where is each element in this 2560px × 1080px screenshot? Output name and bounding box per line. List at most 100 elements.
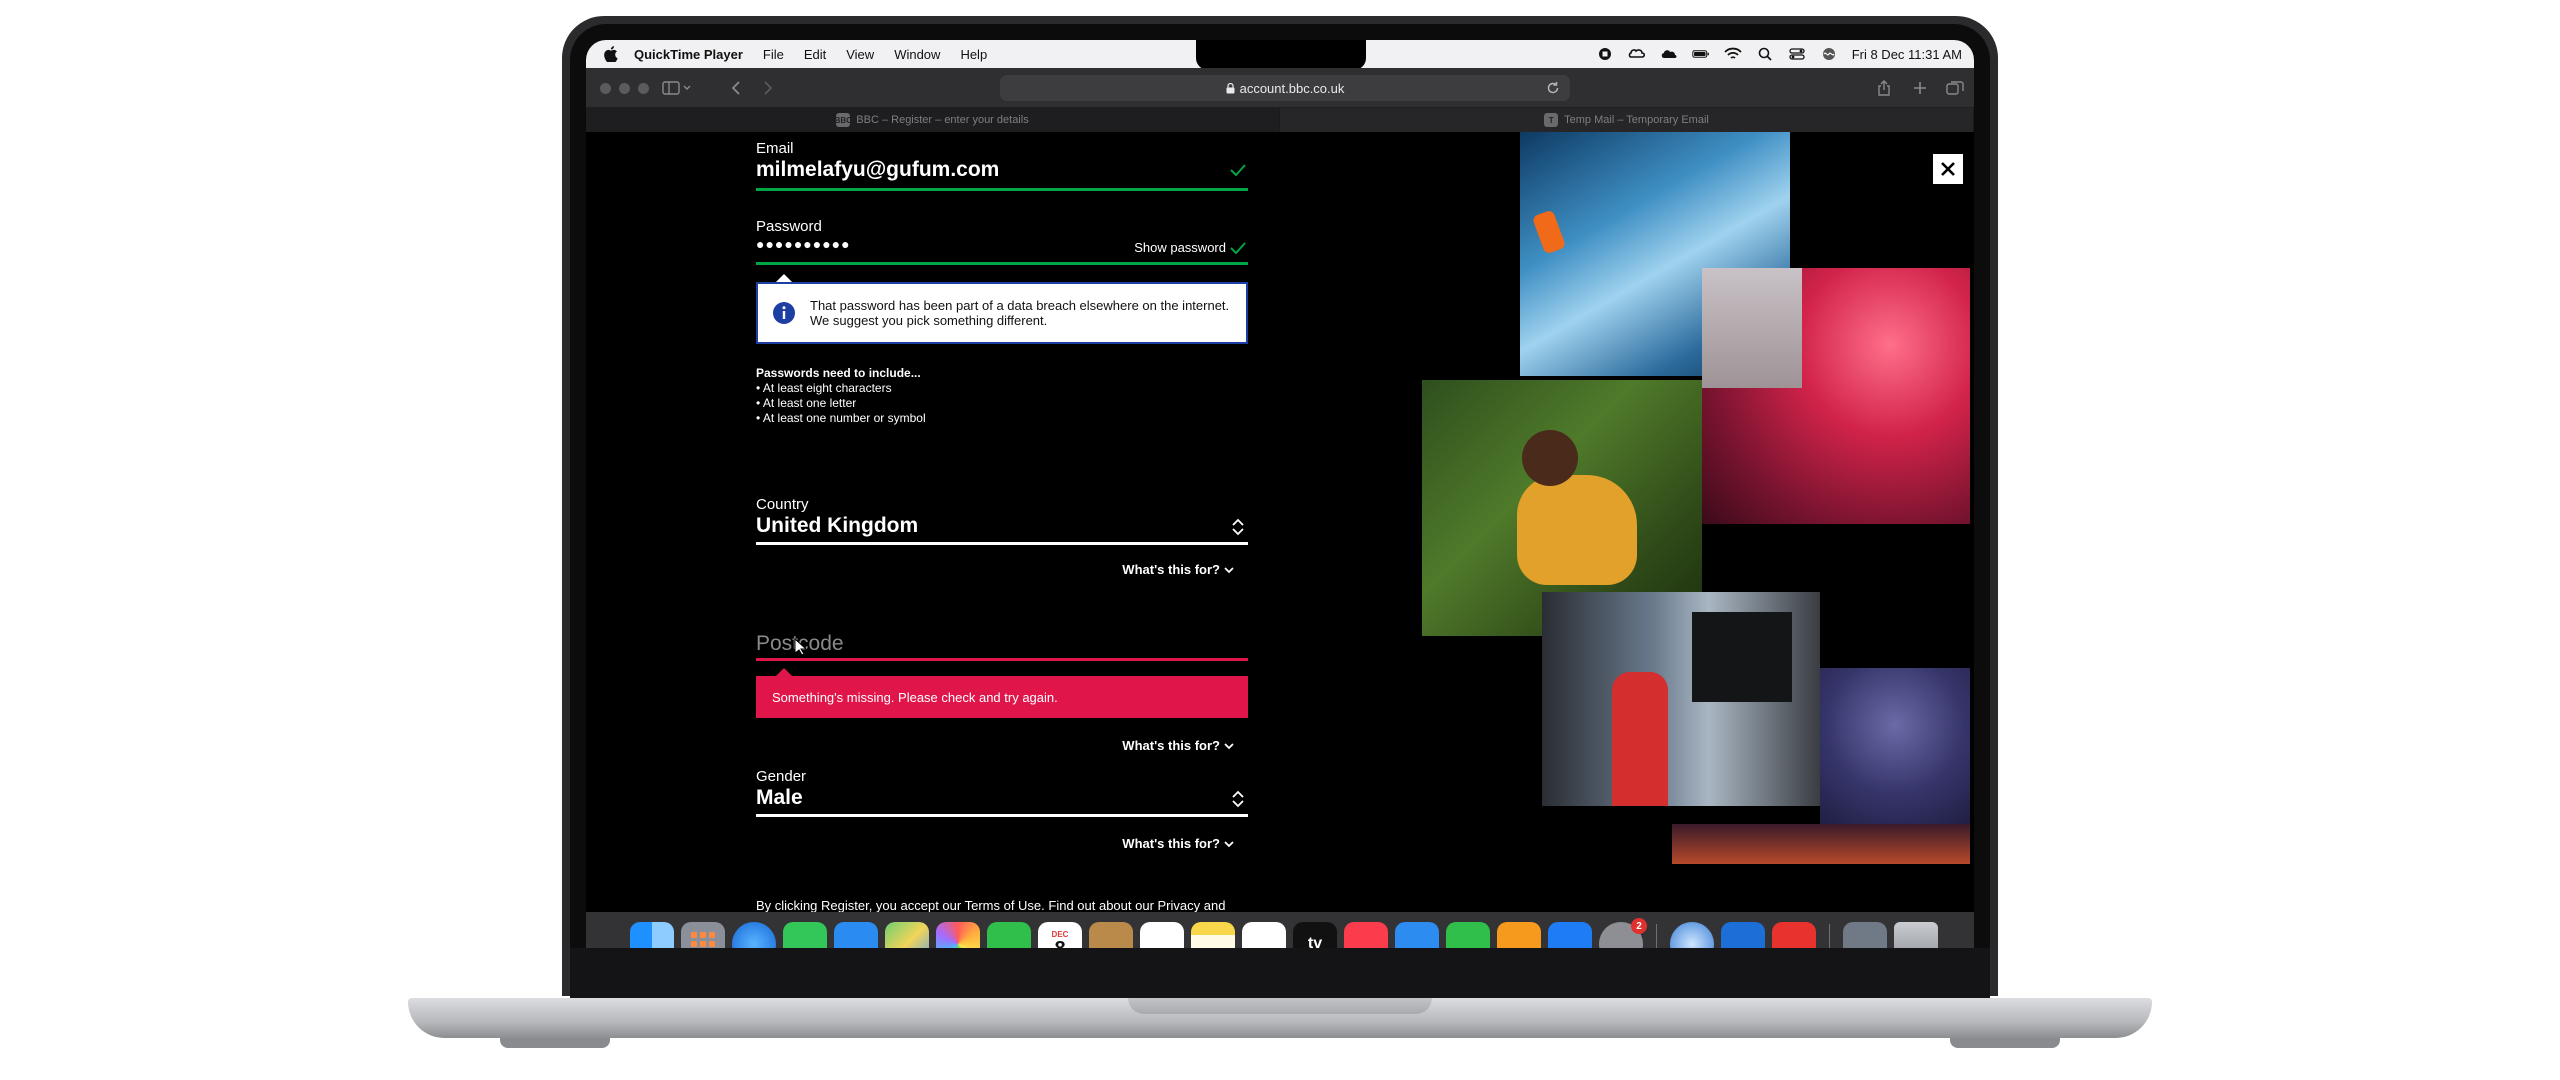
menu-window[interactable]: Window [894,47,940,62]
app-store-icon[interactable] [1548,922,1592,948]
downloads-stack-icon[interactable] [1843,922,1887,948]
gender-whats-this-link[interactable]: What's this for? [1122,836,1234,851]
password-breach-notice: That password has been part of a data br… [756,282,1248,344]
record-stop-icon[interactable] [1596,47,1614,61]
menu-bar: QuickTime Player File Edit View Window H… [586,40,1974,70]
apple-icon[interactable] [604,46,618,62]
menu-help[interactable]: Help [960,47,987,62]
lock-icon [1226,82,1235,93]
laptop-base-notch [1128,998,1432,1014]
photos-icon[interactable] [936,922,980,948]
dock-area: DEC 8 tv 2 [586,912,1974,948]
minimize-window-button[interactable] [619,83,630,94]
mouse-cursor-icon [794,638,806,656]
notes-icon[interactable] [1191,922,1235,948]
dock-separator [1829,924,1830,948]
contacts-icon[interactable] [1089,922,1133,948]
creative-cloud-icon[interactable] [1628,47,1646,61]
keynote-icon[interactable] [1395,922,1439,948]
breach-message-line1: That password has been part of a data br… [810,298,1230,313]
facetime-icon[interactable] [987,922,1031,948]
whats-this-label: What's this for? [1122,562,1220,577]
camera-rig [1692,612,1792,702]
menu-extras: Fri 8 Dec 11:31 AM [1596,40,1962,68]
email-label: Email [756,140,794,157]
onedrive-icon[interactable] [1721,922,1765,948]
requirement-item: • At least one number or symbol [756,411,926,425]
select-arrows-icon[interactable] [1232,518,1244,536]
wifi-icon[interactable] [1724,47,1742,61]
launchpad-icon[interactable] [681,922,725,948]
select-arrows-icon[interactable] [1232,790,1244,808]
dock-separator [1656,924,1657,948]
postcode-error-message: Something's missing. Please check and tr… [756,676,1248,718]
whats-this-label: What's this for? [1122,836,1220,851]
tab-temp-mail[interactable]: T Temp Mail – Temporary Email [1280,108,1974,132]
safari-icon[interactable] [732,922,776,948]
email-field[interactable]: milmelafyu@gufum.com [756,158,999,182]
menu-file[interactable]: File [763,47,784,62]
forward-icon[interactable] [762,80,774,96]
siri-icon[interactable] [1820,47,1838,61]
address-bar[interactable]: account.bbc.co.uk [1000,75,1570,101]
breach-message-line2: We suggest you pick something different. [810,313,1048,328]
new-tab-icon[interactable] [1912,80,1928,96]
gender-label: Gender [756,768,807,785]
password-field[interactable]: ●●●●●●●●●● [756,236,851,252]
postcode-whats-this-link[interactable]: What's this for? [1122,738,1234,753]
gender-select[interactable]: Male [756,786,803,810]
chevron-down-icon [1224,841,1234,848]
country-whats-this-link[interactable]: What's this for? [1122,562,1234,577]
back-icon[interactable] [730,80,742,96]
menu-clock[interactable]: Fri 8 Dec 11:31 AM [1852,47,1962,62]
laptop-foot-right [1950,1038,2060,1048]
sunset-photo-strip [1672,824,1970,864]
laptop-bezel [570,948,1990,998]
apple-tv-icon[interactable]: tv [1293,922,1337,948]
calendar-icon[interactable]: DEC 8 [1038,922,1082,948]
quicktime-icon[interactable] [1670,922,1714,948]
finder-icon[interactable] [630,922,674,948]
info-icon [773,302,795,324]
sidebar-toggle-icon[interactable] [662,80,692,96]
tab-overview-icon[interactable] [1946,80,1964,96]
menu-app-name[interactable]: QuickTime Player [634,47,743,62]
screen: QuickTime Player File Edit View Window H… [586,40,1974,948]
requirements-heading: Passwords need to include... [756,366,921,380]
icloud-menu-icon[interactable] [1660,47,1678,61]
menu-edit[interactable]: Edit [804,47,826,62]
address-url: account.bbc.co.uk [1239,80,1345,96]
mail-icon[interactable] [834,922,878,948]
close-overlay-button[interactable] [1933,154,1963,184]
safari-toolbar: account.bbc.co.uk [586,68,1974,108]
launchpad-grid-icon [691,932,715,947]
pages-icon[interactable] [1497,922,1541,948]
freeform-icon[interactable] [1242,922,1286,948]
parallels-icon[interactable] [1772,922,1816,948]
reload-icon[interactable] [1546,81,1560,95]
share-icon[interactable] [1876,80,1892,96]
tab-bbc-register[interactable]: BBC BBC – Register – enter your details [586,108,1280,132]
system-settings-icon[interactable]: 2 [1599,918,1647,948]
gender-underline [756,814,1248,817]
battery-icon[interactable] [1692,47,1710,61]
menu-view[interactable]: View [846,47,874,62]
dock: DEC 8 tv 2 [586,912,1974,948]
climber-figure [1531,209,1567,255]
music-icon[interactable] [1344,922,1388,948]
close-window-button[interactable] [600,83,611,94]
zoom-window-button[interactable] [638,83,649,94]
show-password-button[interactable]: Show password [1134,240,1226,255]
spotlight-search-icon[interactable] [1756,47,1774,61]
country-select[interactable]: United Kingdom [756,514,918,538]
temp-mail-favicon: T [1544,113,1559,127]
numbers-icon[interactable] [1446,922,1490,948]
stage: QuickTime Player File Edit View Window H… [0,0,2560,1080]
trash-icon[interactable] [1894,922,1938,948]
control-center-icon[interactable] [1788,47,1806,61]
yellow-shirt [1517,475,1637,585]
bbc-register-page: Email milmelafyu@gufum.com Password ●●●●… [586,132,1974,912]
reminders-icon[interactable] [1140,922,1184,948]
messages-icon[interactable] [783,922,827,948]
maps-icon[interactable] [885,922,929,948]
